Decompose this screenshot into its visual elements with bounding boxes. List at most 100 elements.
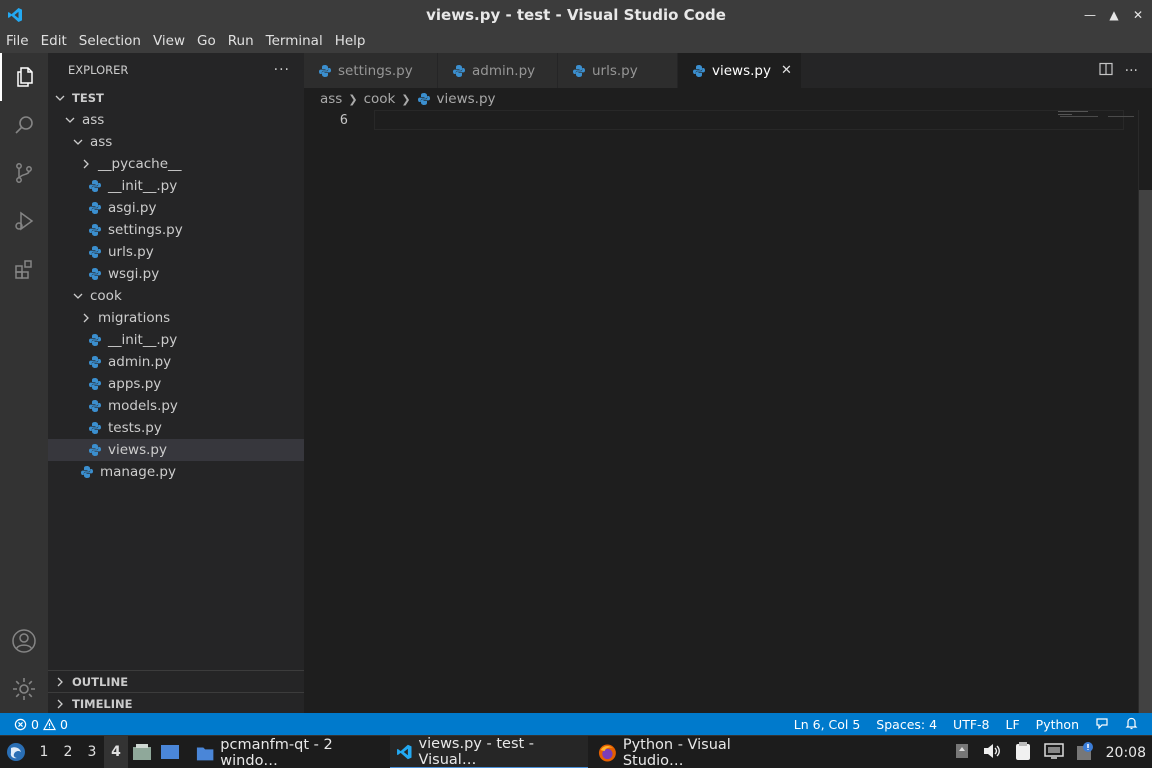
task-firefox[interactable]: Python - Visual Studio…: [592, 736, 792, 768]
workspace-1[interactable]: 1: [32, 744, 56, 760]
menu-help[interactable]: Help: [329, 29, 372, 53]
search-icon[interactable]: [0, 101, 48, 149]
explorer-icon[interactable]: [0, 53, 48, 101]
more-actions-icon[interactable]: ···: [274, 62, 290, 78]
minimize-icon[interactable]: —: [1082, 7, 1098, 23]
tree-file-item[interactable]: __init__.py: [48, 175, 304, 197]
split-editor-icon[interactable]: [1099, 62, 1113, 80]
encoding[interactable]: UTF-8: [953, 717, 989, 732]
notifications-bell-icon[interactable]: [1125, 716, 1138, 733]
chevron-down-icon[interactable]: [72, 290, 84, 302]
close-tab-icon[interactable]: ✕: [781, 63, 792, 78]
warning-icon: [42, 717, 56, 730]
python-file-icon: [89, 268, 101, 280]
volume-icon[interactable]: [982, 742, 1002, 764]
settings-gear-icon[interactable]: [0, 665, 48, 713]
tab-views-py[interactable]: views.py ✕: [678, 53, 802, 88]
maximize-icon[interactable]: ▲: [1106, 7, 1122, 23]
workspace-2[interactable]: 2: [56, 744, 80, 760]
tab-label: views.py: [712, 62, 771, 79]
chevron-down-icon[interactable]: [64, 114, 76, 126]
cursor-position[interactable]: Ln 6, Col 5: [794, 717, 861, 732]
end-of-line[interactable]: LF: [1006, 717, 1020, 732]
timeline-section[interactable]: TIMELINE: [48, 692, 304, 714]
menu-go[interactable]: Go: [191, 29, 222, 53]
chevron-down-icon[interactable]: [54, 92, 66, 104]
tree-file-item[interactable]: models.py: [48, 395, 304, 417]
minimap[interactable]: [1056, 110, 1138, 124]
account-icon[interactable]: [0, 617, 48, 665]
indentation[interactable]: Spaces: 4: [876, 717, 937, 732]
editor-scrollbar[interactable]: [1138, 110, 1152, 713]
tab-settings-py[interactable]: settings.py: [304, 53, 438, 88]
outline-section[interactable]: OUTLINE: [48, 670, 304, 692]
clock[interactable]: 20:08: [1106, 745, 1146, 761]
language-mode[interactable]: Python: [1036, 717, 1079, 732]
system-taskbar: 1 2 3 4 pcmanfm-qt - 2 windo… views.py -…: [0, 735, 1152, 768]
tree-folder-item[interactable]: migrations: [48, 307, 304, 329]
python-file-icon: [89, 246, 101, 258]
updates-notification-icon[interactable]: [1076, 741, 1094, 765]
clipboard-icon[interactable]: [1014, 741, 1032, 765]
feedback-icon[interactable]: [1095, 716, 1109, 733]
tree-file-item[interactable]: views.py: [48, 439, 304, 461]
chevron-right-icon[interactable]: [80, 312, 92, 324]
breadcrumb-item[interactable]: cook: [364, 91, 396, 107]
tree-file-item[interactable]: wsgi.py: [48, 263, 304, 285]
tree-item-label: tests.py: [108, 420, 162, 436]
extensions-icon[interactable]: [0, 245, 48, 293]
problems-indicator[interactable]: 0 0: [0, 717, 68, 732]
menu-file[interactable]: File: [0, 29, 35, 53]
run-debug-icon[interactable]: [0, 197, 48, 245]
tab-label: urls.py: [592, 62, 638, 79]
tree-item-label: cook: [90, 288, 122, 304]
tree-item-label: __init__.py: [108, 178, 178, 194]
workspace-3[interactable]: 3: [80, 744, 104, 760]
workspace-4[interactable]: 4: [104, 735, 128, 768]
task-pcmanfm[interactable]: pcmanfm-qt - 2 windo…: [190, 736, 386, 768]
tree-file-item[interactable]: urls.py: [48, 241, 304, 263]
tree-file-item[interactable]: manage.py: [48, 461, 304, 483]
tree-folder-item[interactable]: __pycache__: [48, 153, 304, 175]
tab-admin-py[interactable]: admin.py: [438, 53, 558, 88]
more-actions-icon[interactable]: ···: [1125, 63, 1138, 79]
task-vscode[interactable]: views.py - test - Visual…: [390, 736, 588, 768]
display-icon[interactable]: [1043, 742, 1064, 764]
close-icon[interactable]: ✕: [1130, 7, 1146, 23]
menu-selection[interactable]: Selection: [73, 29, 147, 53]
tree-item-label: views.py: [108, 442, 167, 458]
breadcrumb-item[interactable]: views.py: [437, 91, 496, 107]
menu-view[interactable]: View: [147, 29, 191, 53]
menu-edit[interactable]: Edit: [35, 29, 73, 53]
tree-file-item[interactable]: settings.py: [48, 219, 304, 241]
tree-file-item[interactable]: asgi.py: [48, 197, 304, 219]
chevron-down-icon[interactable]: [72, 136, 84, 148]
desktop-launcher-icon[interactable]: [156, 744, 184, 760]
scrollbar-thumb[interactable]: [1139, 190, 1152, 713]
tab-urls-py[interactable]: urls.py: [558, 53, 678, 88]
breadcrumb-item[interactable]: ass: [320, 91, 342, 107]
tree-file-item[interactable]: __init__.py: [48, 329, 304, 351]
source-control-icon[interactable]: [0, 149, 48, 197]
python-file-icon: [319, 64, 331, 77]
chevron-right-icon: ❯: [348, 92, 358, 106]
tray-up-arrow-icon[interactable]: [954, 742, 970, 764]
tree-item-label: admin.py: [108, 354, 172, 370]
file-manager-launcher-icon[interactable]: [128, 743, 156, 761]
start-menu-icon[interactable]: [0, 742, 32, 762]
code-editor[interactable]: 6: [304, 110, 1152, 713]
menu-terminal[interactable]: Terminal: [260, 29, 329, 53]
tree-file-item[interactable]: apps.py: [48, 373, 304, 395]
task-label: views.py - test - Visual…: [418, 735, 535, 768]
menu-run[interactable]: Run: [222, 29, 260, 53]
tab-label: settings.py: [338, 62, 413, 79]
tree-folder-item[interactable]: cook: [48, 285, 304, 307]
tree-folder-item[interactable]: TEST: [48, 87, 304, 109]
tree-folder-item[interactable]: ass: [48, 109, 304, 131]
tree-item-label: models.py: [108, 398, 178, 414]
tree-folder-item[interactable]: ass: [48, 131, 304, 153]
tree-file-item[interactable]: tests.py: [48, 417, 304, 439]
tree-file-item[interactable]: admin.py: [48, 351, 304, 373]
python-file-icon: [89, 444, 101, 456]
chevron-right-icon[interactable]: [80, 158, 92, 170]
